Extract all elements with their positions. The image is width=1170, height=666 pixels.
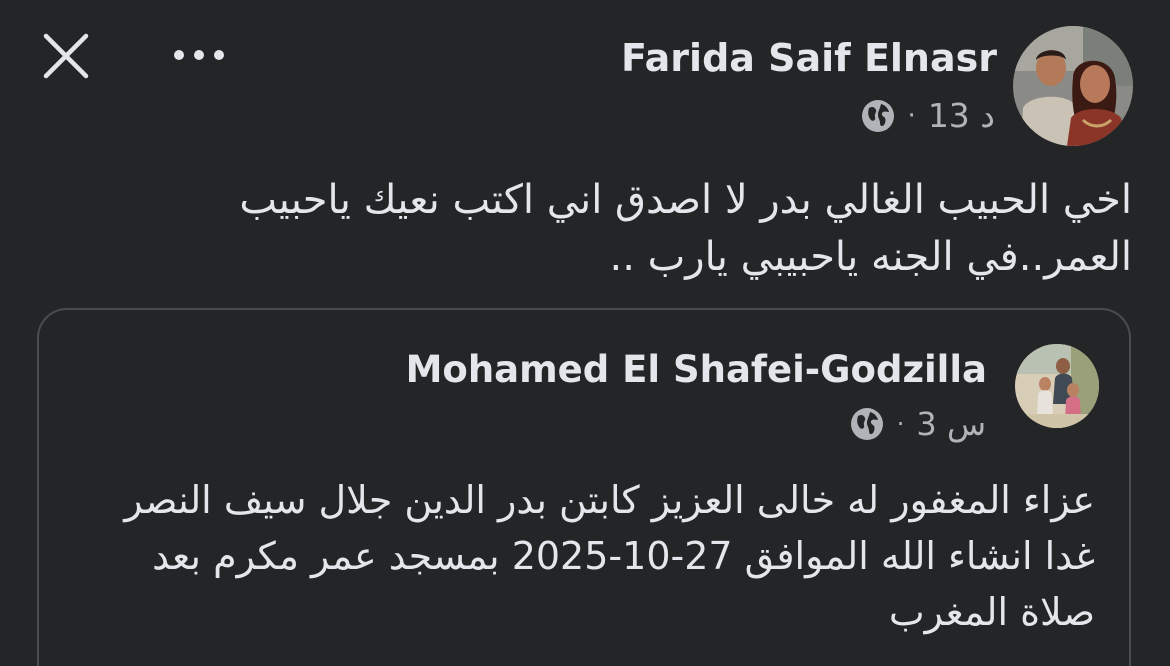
close-button[interactable]	[38, 28, 94, 84]
post-meta: · 13 د	[860, 96, 995, 135]
post-text: اخي الحبيب الغالي بدر لا اصدق اني اكتب ن…	[239, 177, 1132, 280]
shared-post-author-name[interactable]: Mohamed El Shafei-Godzilla	[406, 348, 987, 391]
author-avatar[interactable]	[1013, 26, 1133, 146]
avatar-image	[1013, 26, 1133, 146]
globe-icon	[850, 408, 883, 440]
globe-icon	[861, 99, 894, 132]
post-author-name[interactable]: Farida Saif Elnasr	[621, 36, 997, 80]
avatar-image	[1015, 344, 1099, 428]
more-options-icon	[174, 50, 224, 60]
more-options-button[interactable]	[170, 40, 228, 70]
shared-audience-button[interactable]	[849, 406, 885, 442]
audience-button[interactable]	[860, 98, 896, 134]
post-viewer: Farida Saif Elnasr · 13 د اخي الحبيب الغ…	[0, 0, 1170, 666]
shared-post-text: عزاء المغفور له خالى العزيز كابتن بدر ال…	[124, 478, 1095, 634]
shared-author-avatar[interactable]	[1015, 344, 1099, 428]
meta-separator: ·	[907, 100, 916, 131]
shared-post-timestamp[interactable]: 3 س	[916, 405, 986, 443]
shared-post-meta: · 3 س	[849, 405, 986, 443]
meta-separator: ·	[896, 410, 905, 438]
post-timestamp[interactable]: 13 د	[928, 96, 995, 135]
shared-post-card[interactable]: Mohamed El Shafei-Godzilla · 3 س عزاء ال…	[37, 308, 1131, 666]
close-icon	[43, 33, 89, 79]
